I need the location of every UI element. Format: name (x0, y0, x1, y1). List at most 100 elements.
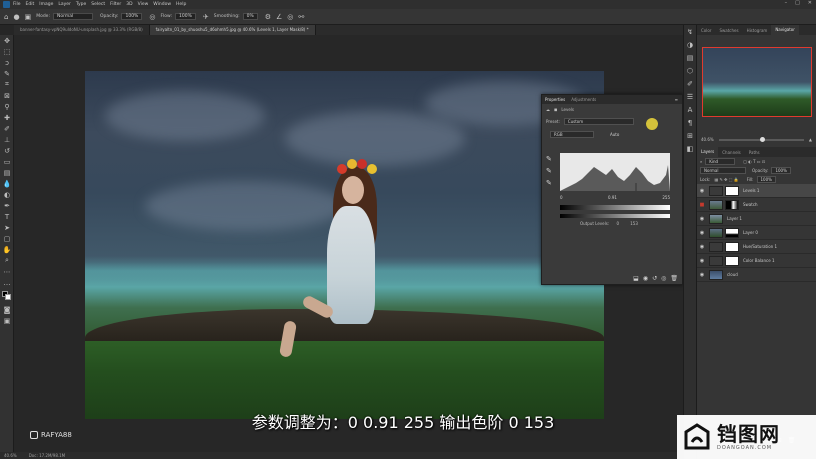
layer-mask-thumb[interactable] (725, 199, 739, 210)
output-white-field[interactable]: 153 (630, 221, 638, 226)
path-select-icon[interactable]: ➤ (0, 222, 14, 233)
eye-icon[interactable]: ◉ (697, 216, 707, 222)
lock-icons[interactable]: ▦ ✎ ✥ ⬚ 🔒 (714, 177, 738, 182)
pressure-opacity-icon[interactable]: ◎ (149, 13, 155, 21)
zoom-value[interactable]: 40.6% (701, 137, 714, 142)
eye-icon[interactable]: ◉ (697, 244, 707, 250)
menu-3d[interactable]: 3D (126, 2, 132, 7)
menu-type[interactable]: Type (76, 2, 86, 7)
menu-filter[interactable]: Filter (110, 2, 121, 7)
hand-icon[interactable]: ✋ (0, 244, 14, 255)
tab-paths[interactable]: Paths (745, 150, 764, 155)
opacity-field[interactable]: 100% (771, 167, 791, 174)
tab-channels[interactable]: Channels (718, 150, 745, 155)
fill-field[interactable]: 100% (756, 176, 776, 183)
gradient-icon[interactable]: ▤ (0, 167, 14, 178)
angle-icon[interactable]: ∠ (276, 13, 282, 21)
menu-window[interactable]: Window (153, 2, 171, 7)
zoom-slider-knob[interactable] (759, 136, 765, 142)
eye-off-icon[interactable]: ■ (697, 202, 707, 208)
eye-icon[interactable]: ◉ (697, 272, 707, 278)
move-icon[interactable]: ✥ (0, 35, 14, 46)
close-button[interactable]: ✕ (808, 0, 812, 6)
layer-color-balance-1[interactable]: ◉ Color Balance 1 (697, 254, 816, 268)
history-icon[interactable]: ↯ (684, 25, 696, 38)
zoom-in-icon[interactable]: ▲ (809, 137, 812, 142)
zoom-slider[interactable] (718, 136, 804, 142)
history-brush-icon[interactable]: ↺ (0, 145, 14, 156)
doc-tab-1[interactable]: banner-fantasy-vpNQ9uIdoNU-unsplash.jpg … (14, 25, 150, 35)
gray-point-eyedropper-icon[interactable]: ✎ (546, 165, 552, 177)
tab-color[interactable]: Color (697, 28, 715, 33)
blend-mode-select[interactable]: Normal (700, 167, 746, 174)
tab-properties[interactable]: Properties (545, 97, 565, 102)
input-white-field[interactable]: 255 (662, 195, 670, 200)
pressure-size-icon[interactable]: ◎ (287, 13, 293, 21)
black-point-eyedropper-icon[interactable]: ✎ (546, 153, 552, 165)
input-black-field[interactable]: 0 (560, 195, 563, 200)
layer-layer-1[interactable]: ◉ Layer 1 (697, 212, 816, 226)
mask-icon[interactable]: ◼ (554, 107, 557, 112)
brush-icon[interactable]: ✐ (0, 123, 14, 134)
smoothing-settings-icon[interactable]: ⚙ (265, 13, 271, 21)
menu-file[interactable]: File (13, 2, 21, 7)
navigator-thumbnail[interactable] (702, 47, 812, 117)
shape-icon[interactable]: ▢ (0, 233, 14, 244)
layer-mask-thumb[interactable] (725, 241, 739, 252)
panel-menu-icon[interactable]: ≡ (675, 97, 678, 102)
styles-icon[interactable]: A (684, 103, 696, 116)
flow-field[interactable]: 100% (175, 13, 196, 20)
menu-image[interactable]: Image (39, 2, 53, 7)
layer-hue-saturation-1[interactable]: ◉ Hue/Saturation 1 (697, 240, 816, 254)
dodge-icon[interactable]: ◐ (0, 189, 14, 200)
brushes-icon[interactable]: ✐ (684, 77, 696, 90)
white-point-eyedropper-icon[interactable]: ✎ (546, 177, 552, 189)
layer-levels-1[interactable]: ◉ Levels 1 (697, 184, 816, 198)
tab-layers[interactable]: Layers (697, 147, 719, 157)
zoom-icon[interactable]: ⌕ (0, 255, 14, 266)
info-icon[interactable]: ◧ (684, 142, 696, 155)
glyphs-icon[interactable]: ⊞ (684, 129, 696, 142)
tab-swatches[interactable]: Swatches (715, 28, 742, 33)
3d-icon[interactable]: ⬡ (684, 64, 696, 77)
quick-select-icon[interactable]: ✎ (0, 68, 14, 79)
opacity-field[interactable]: 100% (121, 13, 143, 20)
channel-select[interactable]: RGB (550, 131, 594, 138)
visibility-icon[interactable]: ◎ (661, 275, 666, 282)
clone-stamp-icon[interactable]: ⊥ (0, 134, 14, 145)
view-previous-icon[interactable]: ◉ (643, 275, 648, 282)
layer-mask-thumb[interactable] (725, 227, 739, 238)
eye-icon[interactable]: ◉ (697, 230, 707, 236)
adjustments-icon[interactable]: ◑ (684, 38, 696, 51)
marquee-icon[interactable]: ⬚ (0, 46, 14, 57)
screen-mode-icon[interactable]: ▣ (0, 315, 14, 326)
brush-preset-icon[interactable]: ● (13, 13, 19, 21)
paragraph-icon[interactable]: ¶ (684, 116, 696, 129)
pen-icon[interactable]: ✒ (0, 200, 14, 211)
layer-cloud[interactable]: ◉ cloud (697, 268, 816, 282)
brush-settings-icon[interactable]: ▣ (25, 13, 32, 21)
eyedropper-icon[interactable]: ⚲ (0, 101, 14, 112)
tab-navigator[interactable]: Navigator (771, 25, 799, 35)
menu-view[interactable]: View (138, 2, 149, 7)
tab-histogram[interactable]: Histogram (743, 28, 772, 33)
symmetry-icon[interactable]: ⚯ (298, 13, 304, 21)
quick-mask-icon[interactable]: ◙ (0, 304, 14, 315)
preset-select[interactable]: Custom (563, 118, 634, 125)
layer-mask-thumb[interactable] (725, 255, 739, 266)
edit-toolbar-icon[interactable]: … (0, 277, 14, 288)
clip-to-layer-icon[interactable]: ⬓ (633, 275, 639, 282)
eye-icon[interactable]: ◉ (697, 258, 707, 264)
menu-select[interactable]: Select (91, 2, 105, 7)
libraries-icon[interactable]: ▤ (684, 51, 696, 64)
more-icon[interactable]: ⋯ (0, 266, 14, 277)
menu-help[interactable]: Help (176, 2, 186, 7)
status-zoom[interactable]: 40.6% (4, 453, 17, 458)
layer-swatch[interactable]: ■ Swatch (697, 198, 816, 212)
home-icon[interactable]: ⌂ (4, 13, 8, 21)
maximize-button[interactable]: □ (795, 0, 800, 6)
color-swatches-icon[interactable] (0, 288, 14, 304)
doc-tab-2[interactable]: fairyaltn_01_by_shuoshu5_d6ohmh5.jpg @ 4… (149, 25, 316, 35)
properties-icon[interactable]: ☰ (684, 90, 696, 103)
crop-icon[interactable]: ⌗ (0, 79, 14, 90)
